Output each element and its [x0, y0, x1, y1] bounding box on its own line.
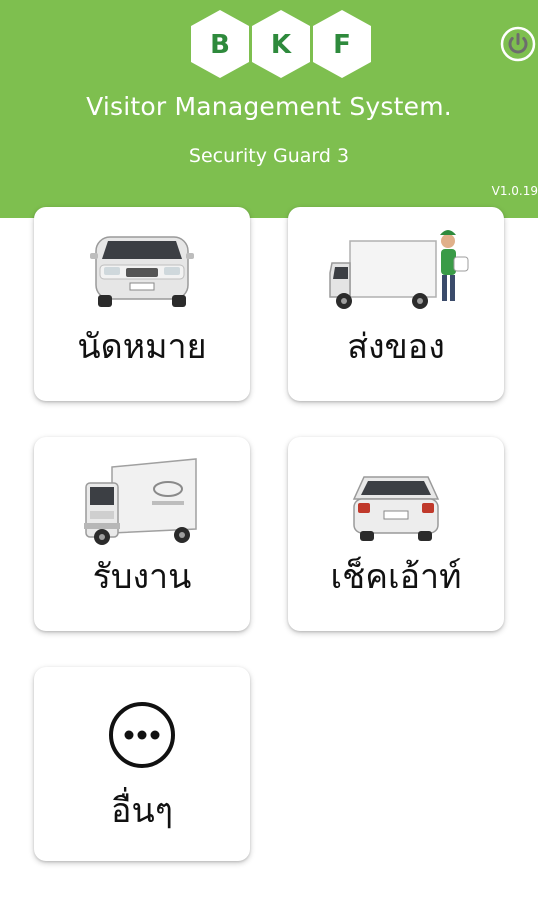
- menu-label-delivery: ส่งของ: [347, 327, 445, 367]
- delivery-truck-icon: [288, 207, 504, 317]
- app-header: B K F Visitor Management System. Securit…: [0, 0, 538, 218]
- car-front-icon: [34, 207, 250, 317]
- logo-letter-k: K: [271, 30, 292, 60]
- car-rear-icon: [288, 437, 504, 547]
- power-button[interactable]: [500, 26, 536, 62]
- menu-label-other: อื่นๆ: [111, 791, 173, 831]
- bkf-logo: B K F: [188, 8, 374, 80]
- app-version: V1.0.19: [491, 184, 538, 198]
- menu-card-receive-job[interactable]: รับงาน: [34, 437, 250, 631]
- menu-card-appointment[interactable]: นัดหมาย: [34, 207, 250, 401]
- user-role: Security Guard 3: [188, 145, 350, 167]
- logo-letter-b: B: [210, 30, 230, 60]
- box-truck-icon: [34, 437, 250, 547]
- logo-letter-f: F: [333, 30, 351, 60]
- menu-label-check-out: เช็คเอ้าท์: [330, 557, 462, 597]
- menu-card-check-out[interactable]: เช็คเอ้าท์: [288, 437, 504, 631]
- menu-card-other[interactable]: อื่นๆ: [34, 667, 250, 861]
- menu-card-delivery[interactable]: ส่งของ: [288, 207, 504, 401]
- menu-label-receive-job: รับงาน: [92, 557, 192, 597]
- more-icon: [34, 667, 250, 777]
- menu-label-appointment: นัดหมาย: [77, 327, 207, 367]
- app-title: Visitor Management System.: [86, 92, 452, 121]
- power-icon: [500, 26, 536, 62]
